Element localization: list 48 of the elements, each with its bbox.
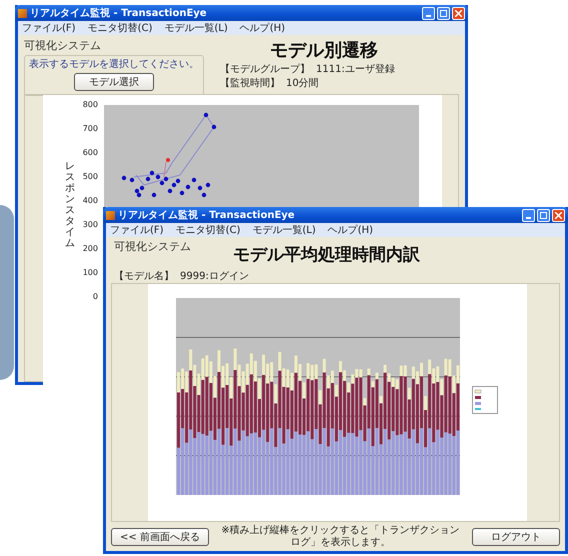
- app-icon: [18, 8, 27, 18]
- y-tick-label: 600: [82, 147, 98, 158]
- maximize-button[interactable]: [437, 6, 450, 20]
- menu-item[interactable]: ファイル(F): [22, 21, 76, 35]
- model-value: 9999:ログイン: [180, 270, 249, 283]
- instruction-note: ※積み上げ縦棒をクリックすると「トランザクションログ」を表示します。: [220, 525, 461, 548]
- minimize-button[interactable]: [522, 208, 535, 222]
- maximize-button[interactable]: [537, 208, 550, 222]
- y-axis-label: レスポンスタイム: [65, 161, 75, 249]
- y-tick-label: 700: [82, 123, 98, 134]
- system-name: 可視化システム: [114, 239, 191, 254]
- menu-item[interactable]: ヘルプ(H): [240, 21, 286, 35]
- window-title: リアルタイム監視 - TransactionEye: [118, 208, 295, 222]
- model-label: 【モデル名】: [114, 270, 174, 283]
- y-tick-label: 800: [82, 99, 98, 110]
- close-icon: [555, 212, 562, 218]
- maximize-icon: [440, 10, 447, 16]
- info-label: 【監視時間】: [220, 76, 280, 90]
- screen-heading: モデル平均処理時間内訳: [233, 244, 420, 266]
- y-tick-label: 200: [82, 243, 98, 254]
- app-icon: [106, 210, 115, 220]
- y-tick-label: 500: [82, 171, 98, 182]
- y-tick-label: 400: [82, 195, 98, 206]
- menu-item[interactable]: モニタ切替(C): [176, 223, 240, 237]
- window-title: リアルタイム監視 - TransactionEye: [30, 6, 207, 20]
- chart-legend-drawing: [472, 386, 498, 414]
- logout-button[interactable]: ログアウト: [472, 528, 560, 546]
- info-label: 【モデルグループ】: [220, 62, 310, 76]
- minimize-button[interactable]: [422, 6, 435, 20]
- close-button[interactable]: [452, 6, 465, 20]
- menu-item[interactable]: モデル一覧(L): [164, 21, 228, 35]
- select-model-button[interactable]: モデル選択: [74, 73, 154, 91]
- info-value: 1111:ユーザ登録: [316, 63, 395, 76]
- screen-heading: モデル別遷移: [270, 39, 379, 62]
- system-name: 可視化システム: [24, 38, 102, 53]
- menu-item[interactable]: モニタ切替(C): [88, 21, 152, 35]
- group-label: 表示するモデルを選択してください。: [29, 58, 199, 71]
- close-icon: [455, 10, 462, 16]
- maximize-icon: [540, 212, 547, 218]
- back-button[interactable]: << 前画面へ戻る: [111, 528, 209, 546]
- menu-item[interactable]: モデル一覧(L): [252, 223, 316, 237]
- close-button[interactable]: [552, 208, 565, 222]
- y-tick-label: 100: [82, 267, 98, 278]
- menu-item[interactable]: ファイル(F): [110, 223, 164, 237]
- y-tick-label: 0: [92, 291, 98, 302]
- menu-item[interactable]: ヘルプ(H): [328, 223, 374, 237]
- info-value: 10分間: [286, 77, 319, 90]
- y-tick-label: 300: [82, 219, 98, 230]
